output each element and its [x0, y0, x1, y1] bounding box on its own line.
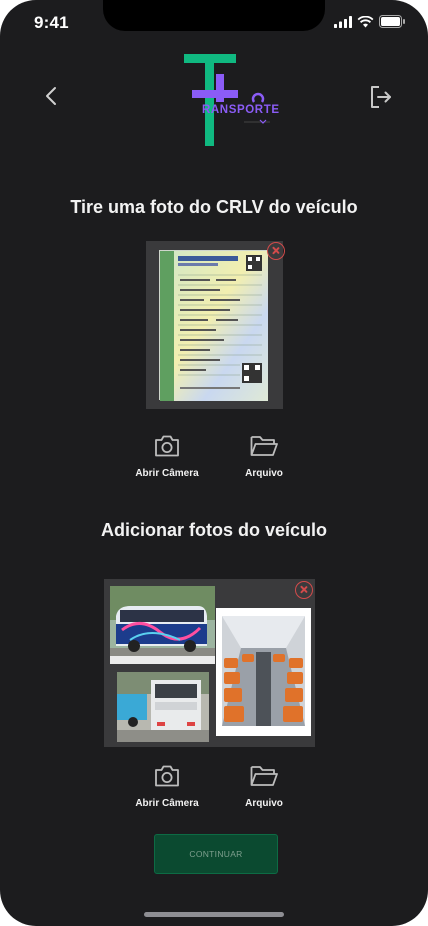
wifi-icon — [357, 15, 374, 27]
continue-button[interactable]: CONTINUAR — [154, 834, 278, 874]
battery-icon — [379, 15, 405, 28]
crlv-title: Tire uma foto do CRLV do veículo — [70, 197, 358, 217]
camera-icon — [155, 435, 179, 457]
crlv-open-camera-label: Abrir Câmera — [135, 468, 199, 479]
logout-icon[interactable] — [368, 84, 394, 110]
home-indicator[interactable] — [144, 912, 284, 917]
crlv-photo-preview — [146, 241, 285, 409]
folder-icon — [250, 766, 278, 786]
crlv-document-image — [159, 250, 268, 401]
status-icons — [334, 15, 406, 28]
bus-rear-photo — [117, 672, 209, 742]
remove-vehicle-photos-button[interactable] — [295, 581, 313, 599]
crlv-file-button[interactable]: Arquivo — [224, 434, 304, 479]
remove-crlv-photo-button[interactable] — [267, 242, 285, 260]
folder-icon — [250, 436, 278, 456]
vehicle-file-label: Arquivo — [245, 798, 283, 809]
crlv-open-camera-button[interactable]: Abrir Câmera — [127, 434, 207, 479]
vehicle-open-camera-label: Abrir Câmera — [135, 798, 199, 809]
vehicle-photos-preview — [104, 579, 315, 747]
vehicle-file-button[interactable]: Arquivo — [224, 764, 304, 809]
app-screen: 9:41 RANSPORTE Tire uma foto do CRLV do … — [0, 0, 428, 926]
signal-icon — [334, 15, 352, 28]
device-notch — [103, 0, 325, 31]
back-icon[interactable] — [40, 84, 64, 108]
vehicle-photos-title: Adicionar fotos do veículo — [100, 520, 328, 540]
vehicle-open-camera-button[interactable]: Abrir Câmera — [127, 764, 207, 809]
bus-exterior-photo — [110, 586, 215, 664]
bus-interior-photo — [216, 608, 311, 736]
crlv-file-label: Arquivo — [245, 468, 283, 479]
status-time: 9:41 — [34, 13, 69, 32]
logo-wordmark: RANSPORTE — [202, 104, 280, 116]
logo-icon — [184, 54, 270, 146]
camera-icon — [155, 765, 179, 787]
